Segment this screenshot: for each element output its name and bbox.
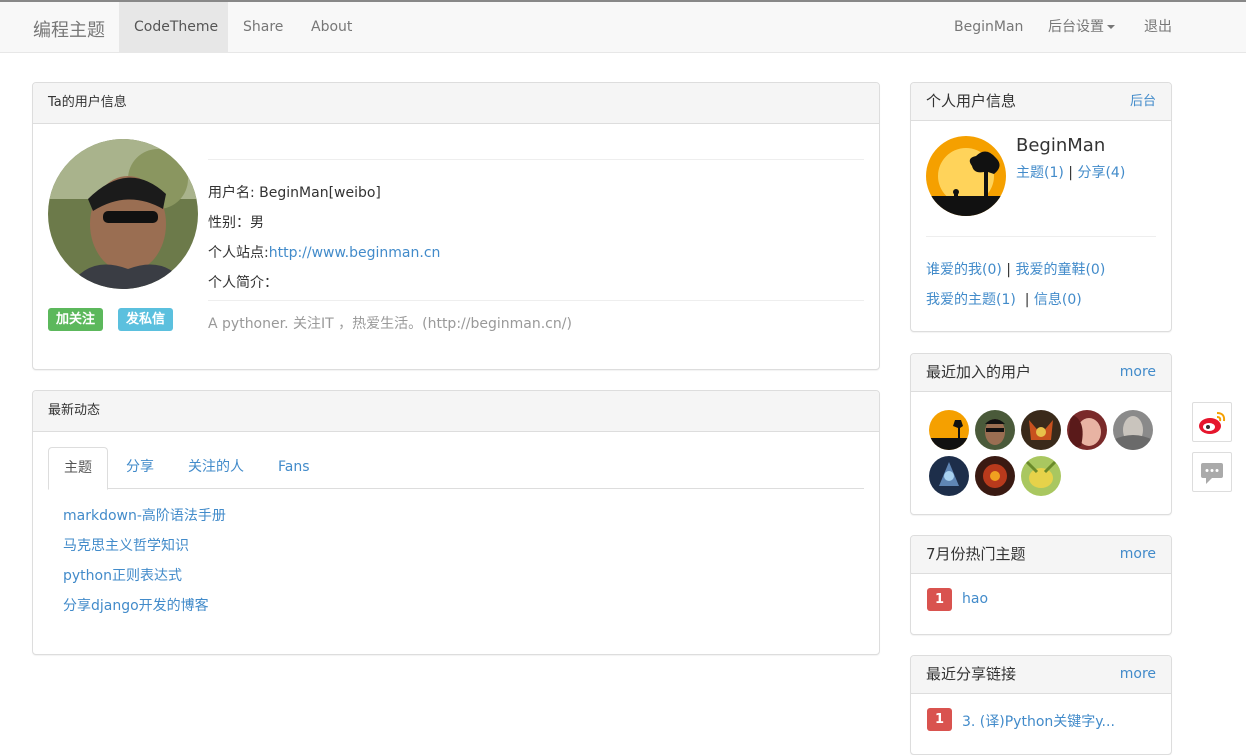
rank-badge: 1: [927, 708, 953, 731]
more-link[interactable]: more: [1120, 536, 1156, 573]
nav-about[interactable]: About: [296, 2, 367, 52]
brand-logo[interactable]: 编程主题: [33, 16, 105, 42]
user-avatar[interactable]: [975, 456, 1015, 496]
bio-text: A pythoner. 关注IT ，热爱生活。(http://beginman.…: [208, 316, 572, 332]
nav-settings-dropdown[interactable]: 后台设置: [1033, 2, 1130, 52]
comment-icon: [1201, 463, 1223, 484]
panel-title: 最近分享链接: [926, 665, 1017, 683]
nav-settings-label: 后台设置: [1048, 19, 1104, 35]
nav-codetheme[interactable]: CodeTheme: [119, 2, 228, 52]
user-avatar[interactable]: [1021, 410, 1061, 450]
post-link[interactable]: markdown-高阶语法手册: [63, 505, 226, 525]
divider: [208, 159, 864, 160]
fav-links: 我爱的主题(1) | 信息(0): [926, 289, 1082, 309]
post-link[interactable]: 马克思主义哲学知识: [63, 535, 189, 555]
activity-tabs: 主题 分享 关注的人 Fans: [48, 447, 864, 490]
nav-share[interactable]: Share: [228, 2, 298, 52]
weibo-share-button[interactable]: [1192, 402, 1232, 442]
admin-link[interactable]: 后台: [1130, 83, 1156, 120]
shares-link[interactable]: 分享(4): [1077, 165, 1125, 181]
user-info-panel: 个人用户信息 后台 BeginMan 主题(1) | 分享(4) 谁爱的我(0)…: [910, 82, 1172, 332]
panel-title: 最近加入的用户: [926, 363, 1032, 381]
gender-line: 性别：男: [208, 215, 264, 231]
tab-shares[interactable]: 分享: [111, 447, 169, 489]
panel-title: 7月份热门主题: [926, 545, 1026, 563]
post-link[interactable]: python正则表达式: [63, 565, 182, 585]
panel-heading: 最近分享链接 more: [911, 656, 1171, 694]
navbar: 编程主题 CodeTheme Share About BeginMan 后台设置…: [0, 0, 1246, 53]
recent-shares-panel: 最近分享链接 more 1 3. (译)Python关键字y...: [910, 655, 1172, 755]
user-avatar: [48, 139, 198, 289]
user-avatar[interactable]: [1021, 456, 1061, 496]
site-label: 个人站点:: [208, 245, 269, 261]
user-avatar[interactable]: [1113, 410, 1153, 450]
user-stats: 主题(1) | 分享(4): [1016, 162, 1125, 182]
loved-me-link[interactable]: 谁爱的我(0): [926, 262, 1002, 278]
share-link[interactable]: 3. (译)Python关键字y...: [962, 711, 1115, 731]
tab-fans[interactable]: Fans: [263, 447, 325, 489]
tab-following[interactable]: 关注的人: [173, 447, 259, 489]
my-loves-link[interactable]: 我爱的童鞋(0): [1015, 262, 1105, 278]
comment-button[interactable]: [1192, 452, 1232, 492]
user-avatar[interactable]: [929, 410, 969, 450]
profile-panel: Ta的用户信息 加关注 发私信 用户名: BeginMan[weibo] 性别：…: [32, 82, 880, 370]
nav-user[interactable]: BeginMan: [939, 2, 1038, 52]
panel-heading: Ta的用户信息: [33, 83, 879, 124]
bio-label: 个人简介：: [208, 275, 278, 291]
rank-badge: 1: [927, 588, 953, 611]
message-button[interactable]: 发私信: [118, 308, 174, 331]
separator: |: [1024, 292, 1030, 308]
topics-link[interactable]: 主题(1): [1016, 165, 1064, 181]
user-name: BeginMan: [1016, 135, 1106, 156]
username-line: 用户名: BeginMan[weibo]: [208, 185, 381, 201]
user-avatar[interactable]: [929, 456, 969, 496]
recent-users-panel: 最近加入的用户 more: [910, 353, 1172, 515]
user-avatar[interactable]: [975, 410, 1015, 450]
weibo-icon: [1199, 412, 1226, 434]
tab-topics[interactable]: 主题: [48, 447, 108, 490]
nav-logout[interactable]: 退出: [1129, 2, 1187, 52]
messages-link[interactable]: 信息(0): [1034, 292, 1082, 308]
love-links: 谁爱的我(0) | 我爱的童鞋(0): [926, 259, 1105, 279]
user-avatar: [926, 136, 1006, 216]
separator: |: [1006, 262, 1012, 278]
separator: |: [1068, 165, 1074, 181]
fav-topics-link[interactable]: 我爱的主题(1): [926, 292, 1016, 308]
user-avatar[interactable]: [1067, 410, 1107, 450]
panel-heading: 最近加入的用户 more: [911, 354, 1171, 392]
hot-topic-link[interactable]: hao: [962, 591, 988, 607]
panel-heading: 个人用户信息 后台: [911, 83, 1171, 121]
site-link[interactable]: http://www.beginman.cn: [269, 245, 441, 261]
site-line: 个人站点:http://www.beginman.cn: [208, 242, 440, 262]
activity-panel: 最新动态 主题 分享 关注的人 Fans markdown-高阶语法手册 马克思…: [32, 390, 880, 655]
divider: [208, 300, 864, 301]
panel-heading: 最新动态: [33, 391, 879, 432]
caret-down-icon: [1107, 25, 1115, 29]
hot-topics-panel: 7月份热门主题 more 1 hao: [910, 535, 1172, 635]
post-link[interactable]: 分享django开发的博客: [63, 595, 209, 615]
follow-button[interactable]: 加关注: [48, 308, 104, 331]
panel-title: 个人用户信息: [926, 92, 1017, 110]
more-link[interactable]: more: [1120, 656, 1156, 693]
panel-heading: 7月份热门主题 more: [911, 536, 1171, 574]
divider: [926, 236, 1156, 237]
more-link[interactable]: more: [1120, 354, 1156, 391]
